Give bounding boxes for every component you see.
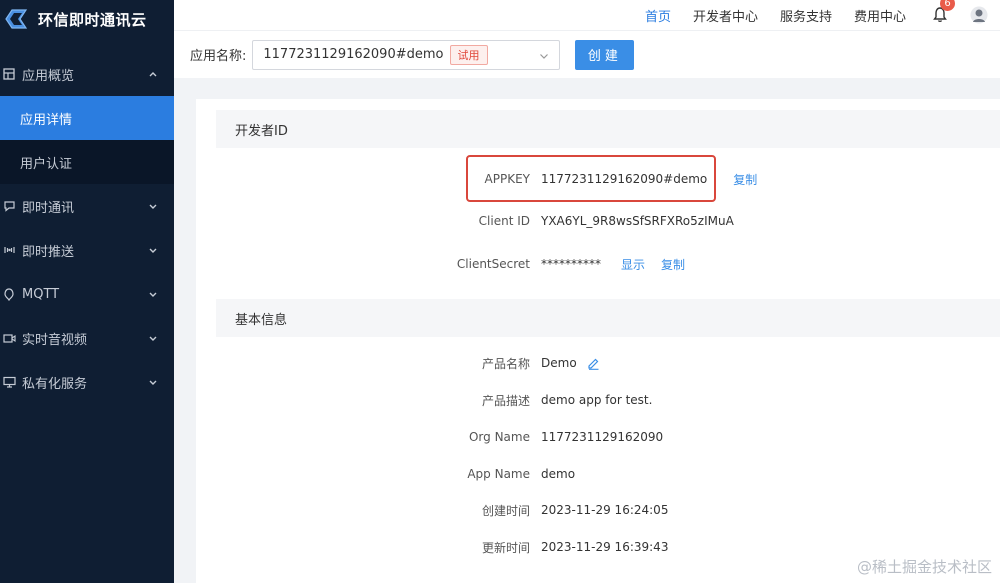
client-secret-value: ********** <box>541 257 601 271</box>
sidebar: 环信即时通讯云 应用概览 应用详情 用户认证 即时通讯 即时推送 MQTT 实时… <box>0 0 174 583</box>
nav-developer-center[interactable]: 开发者中心 <box>693 6 758 25</box>
show-secret-link[interactable]: 显示 <box>621 256 645 273</box>
nav-support[interactable]: 服务支持 <box>780 6 832 25</box>
copy-secret-link[interactable]: 复制 <box>661 256 685 273</box>
nav-billing[interactable]: 费用中心 <box>854 6 906 25</box>
sidebar-item-label: 即时推送 <box>22 244 75 260</box>
logo-icon <box>5 9 28 29</box>
sidebar-item-label: 私有化服务 <box>22 376 88 392</box>
sidebar-item-push[interactable]: 即时推送 <box>0 228 174 272</box>
sidebar-item-label: 应用概览 <box>22 68 75 84</box>
sidebar-item-mqtt[interactable]: MQTT <box>0 272 174 316</box>
top-nav: 首页 开发者中心 服务支持 费用中心 6 <box>623 0 1000 25</box>
avatar[interactable] <box>970 6 988 24</box>
submenu-app-overview: 应用详情 用户认证 <box>0 96 174 184</box>
sidebar-item-app-overview[interactable]: 应用概览 <box>0 52 174 96</box>
updated-time-value: 2023-11-29 16:39:43 <box>541 540 669 554</box>
monitor-icon <box>2 375 16 389</box>
org-name-label: Org Name <box>468 430 530 444</box>
sidebar-item-app-details[interactable]: 应用详情 <box>0 96 174 140</box>
user-avatar-icon <box>970 6 988 24</box>
copy-appkey-link[interactable]: 复制 <box>733 171 757 188</box>
product-desc-row: 产品描述 demo app for test. <box>196 390 1000 410</box>
app-bar: 应用名称: 1177231129162090#demo 试用 创建 <box>174 30 1000 78</box>
sidebar-item-label: 即时通讯 <box>22 200 75 216</box>
section-developer-id: 开发者ID <box>216 110 1000 148</box>
top-header: 首页 开发者中心 服务支持 费用中心 6 <box>174 0 1000 30</box>
chat-icon <box>2 199 16 213</box>
sidebar-item-im[interactable]: 即时通讯 <box>0 184 174 228</box>
chevron-down-icon <box>148 245 158 255</box>
sidebar-item-label: MQTT <box>22 286 60 302</box>
notification-badge: 6 <box>940 0 955 11</box>
updated-time-label: 更新时间 <box>481 540 530 555</box>
updated-time-row: 更新时间 2023-11-29 16:39:43 <box>196 537 1000 557</box>
org-name-value: 1177231129162090 <box>541 430 664 444</box>
app-name-value: demo <box>541 467 576 481</box>
product-name-value: Demo <box>541 356 577 370</box>
app-name-label: App Name <box>467 467 530 481</box>
product-desc-value: demo app for test. <box>541 393 653 407</box>
product-name-label: 产品名称 <box>481 356 530 371</box>
app-details-card: 开发者ID APPKEY 1177231129162090#demo 复制 Cl… <box>196 99 1000 583</box>
sidebar-item-label: 应用详情 <box>20 112 73 128</box>
trial-badge: 试用 <box>449 44 488 65</box>
chevron-up-icon <box>148 69 158 79</box>
nav-home[interactable]: 首页 <box>645 6 671 25</box>
app-select[interactable]: 1177231129162090#demo 试用 <box>252 39 561 70</box>
brand-name: 环信即时通讯云 <box>38 10 147 29</box>
watermark: @稀土掘金技术社区 <box>856 558 992 576</box>
video-icon <box>2 331 16 345</box>
chevron-down-icon <box>148 333 158 343</box>
sidebar-item-user-auth[interactable]: 用户认证 <box>0 140 174 184</box>
chevron-down-icon <box>148 289 158 299</box>
notification-button[interactable]: 6 <box>932 0 955 24</box>
edit-icon[interactable] <box>587 357 600 370</box>
section-basic-info: 基本信息 <box>216 299 1000 337</box>
broadcast-icon <box>2 243 16 257</box>
chevron-down-icon <box>148 201 158 211</box>
sidebar-item-label: 实时音视频 <box>22 332 88 348</box>
created-time-label: 创建时间 <box>481 503 530 518</box>
created-time-row: 创建时间 2023-11-29 16:24:05 <box>196 500 1000 520</box>
brand[interactable]: 环信即时通讯云 <box>0 0 174 38</box>
appkey-label: APPKEY <box>484 172 530 186</box>
app-name-row: App Name demo <box>196 464 1000 484</box>
app-name-label: 应用名称: <box>190 49 247 64</box>
sidebar-item-private[interactable]: 私有化服务 <box>0 360 174 404</box>
grid-icon <box>2 67 16 81</box>
client-id-value: YXA6YL_9R8wsSfSRFXRo5zIMuA <box>541 214 734 228</box>
mqtt-icon <box>2 287 16 301</box>
chevron-down-icon <box>539 50 549 60</box>
sidebar-item-label: 用户认证 <box>20 156 73 172</box>
appkey-row: APPKEY 1177231129162090#demo 复制 <box>196 169 1000 189</box>
create-button[interactable]: 创建 <box>575 39 635 70</box>
org-name-row: Org Name 1177231129162090 <box>196 427 1000 447</box>
client-id-label: Client ID <box>478 214 530 228</box>
client-secret-label: ClientSecret <box>456 257 530 271</box>
client-id-row: Client ID YXA6YL_9R8wsSfSRFXRo5zIMuA <box>196 211 1000 231</box>
appkey-value: 1177231129162090#demo <box>541 172 708 186</box>
product-desc-label: 产品描述 <box>481 393 530 408</box>
created-time-value: 2023-11-29 16:24:05 <box>541 503 669 517</box>
chevron-down-icon <box>148 377 158 387</box>
product-name-row: 产品名称 Demo <box>196 353 1000 373</box>
sidebar-item-rtc[interactable]: 实时音视频 <box>0 316 174 360</box>
client-secret-row: ClientSecret ********** 显示 复制 <box>196 254 1000 274</box>
app-select-value: 1177231129162090#demo <box>263 47 444 62</box>
